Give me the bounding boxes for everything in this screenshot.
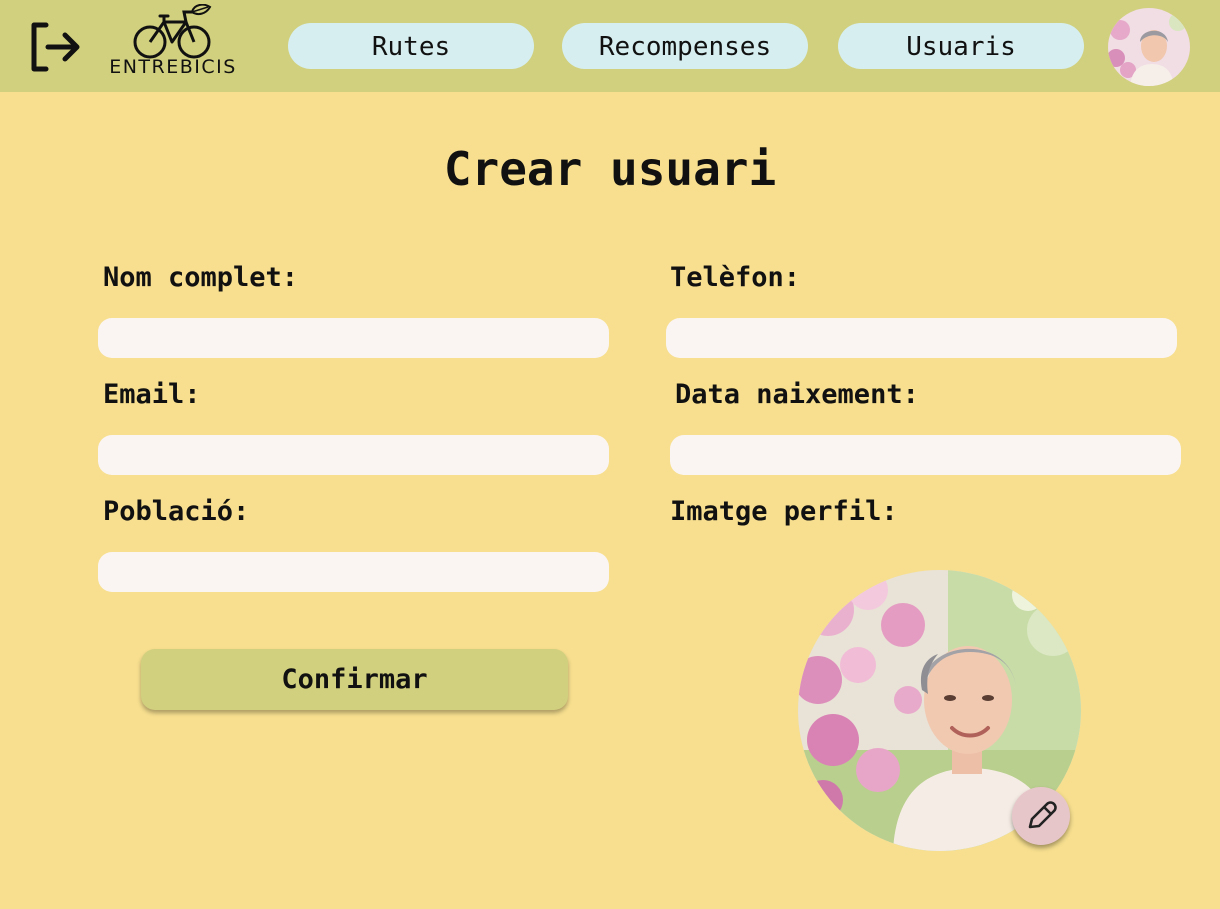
page-title: Crear usuari: [443, 142, 777, 196]
full-name-input[interactable]: [98, 318, 609, 358]
phone-input[interactable]: [666, 318, 1177, 358]
app-logo: ENTREBICIS: [98, 4, 248, 84]
top-navigation-bar: ENTREBICIS Rutes Recompenses Usuaris: [0, 0, 1220, 92]
logout-button[interactable]: [28, 20, 84, 74]
town-input[interactable]: [98, 552, 609, 592]
profile-image-label: Imatge perfil:: [670, 496, 898, 527]
pencil-icon: [1028, 801, 1057, 829]
nav-rutes-button[interactable]: Rutes: [288, 23, 534, 69]
town-label: Població:: [103, 496, 250, 527]
email-label: Email:: [103, 379, 201, 410]
avatar-photo: [1108, 8, 1190, 86]
birth-date-label: Data naixement:: [675, 379, 919, 410]
nav-usuaris-button[interactable]: Usuaris: [838, 23, 1084, 69]
logout-icon: [31, 22, 80, 72]
confirm-button[interactable]: Confirmar: [141, 649, 568, 710]
edit-profile-image-button[interactable]: [1012, 787, 1070, 845]
birth-date-input[interactable]: [670, 435, 1181, 475]
phone-label: Telèfon:: [670, 262, 801, 293]
nav-recompenses-button[interactable]: Recompenses: [562, 23, 808, 69]
email-input[interactable]: [98, 435, 609, 475]
full-name-label: Nom complet:: [103, 262, 299, 293]
bicycle-logo-icon: [133, 4, 212, 59]
logo-text: ENTREBICIS: [109, 56, 237, 78]
user-avatar[interactable]: [1108, 8, 1190, 86]
